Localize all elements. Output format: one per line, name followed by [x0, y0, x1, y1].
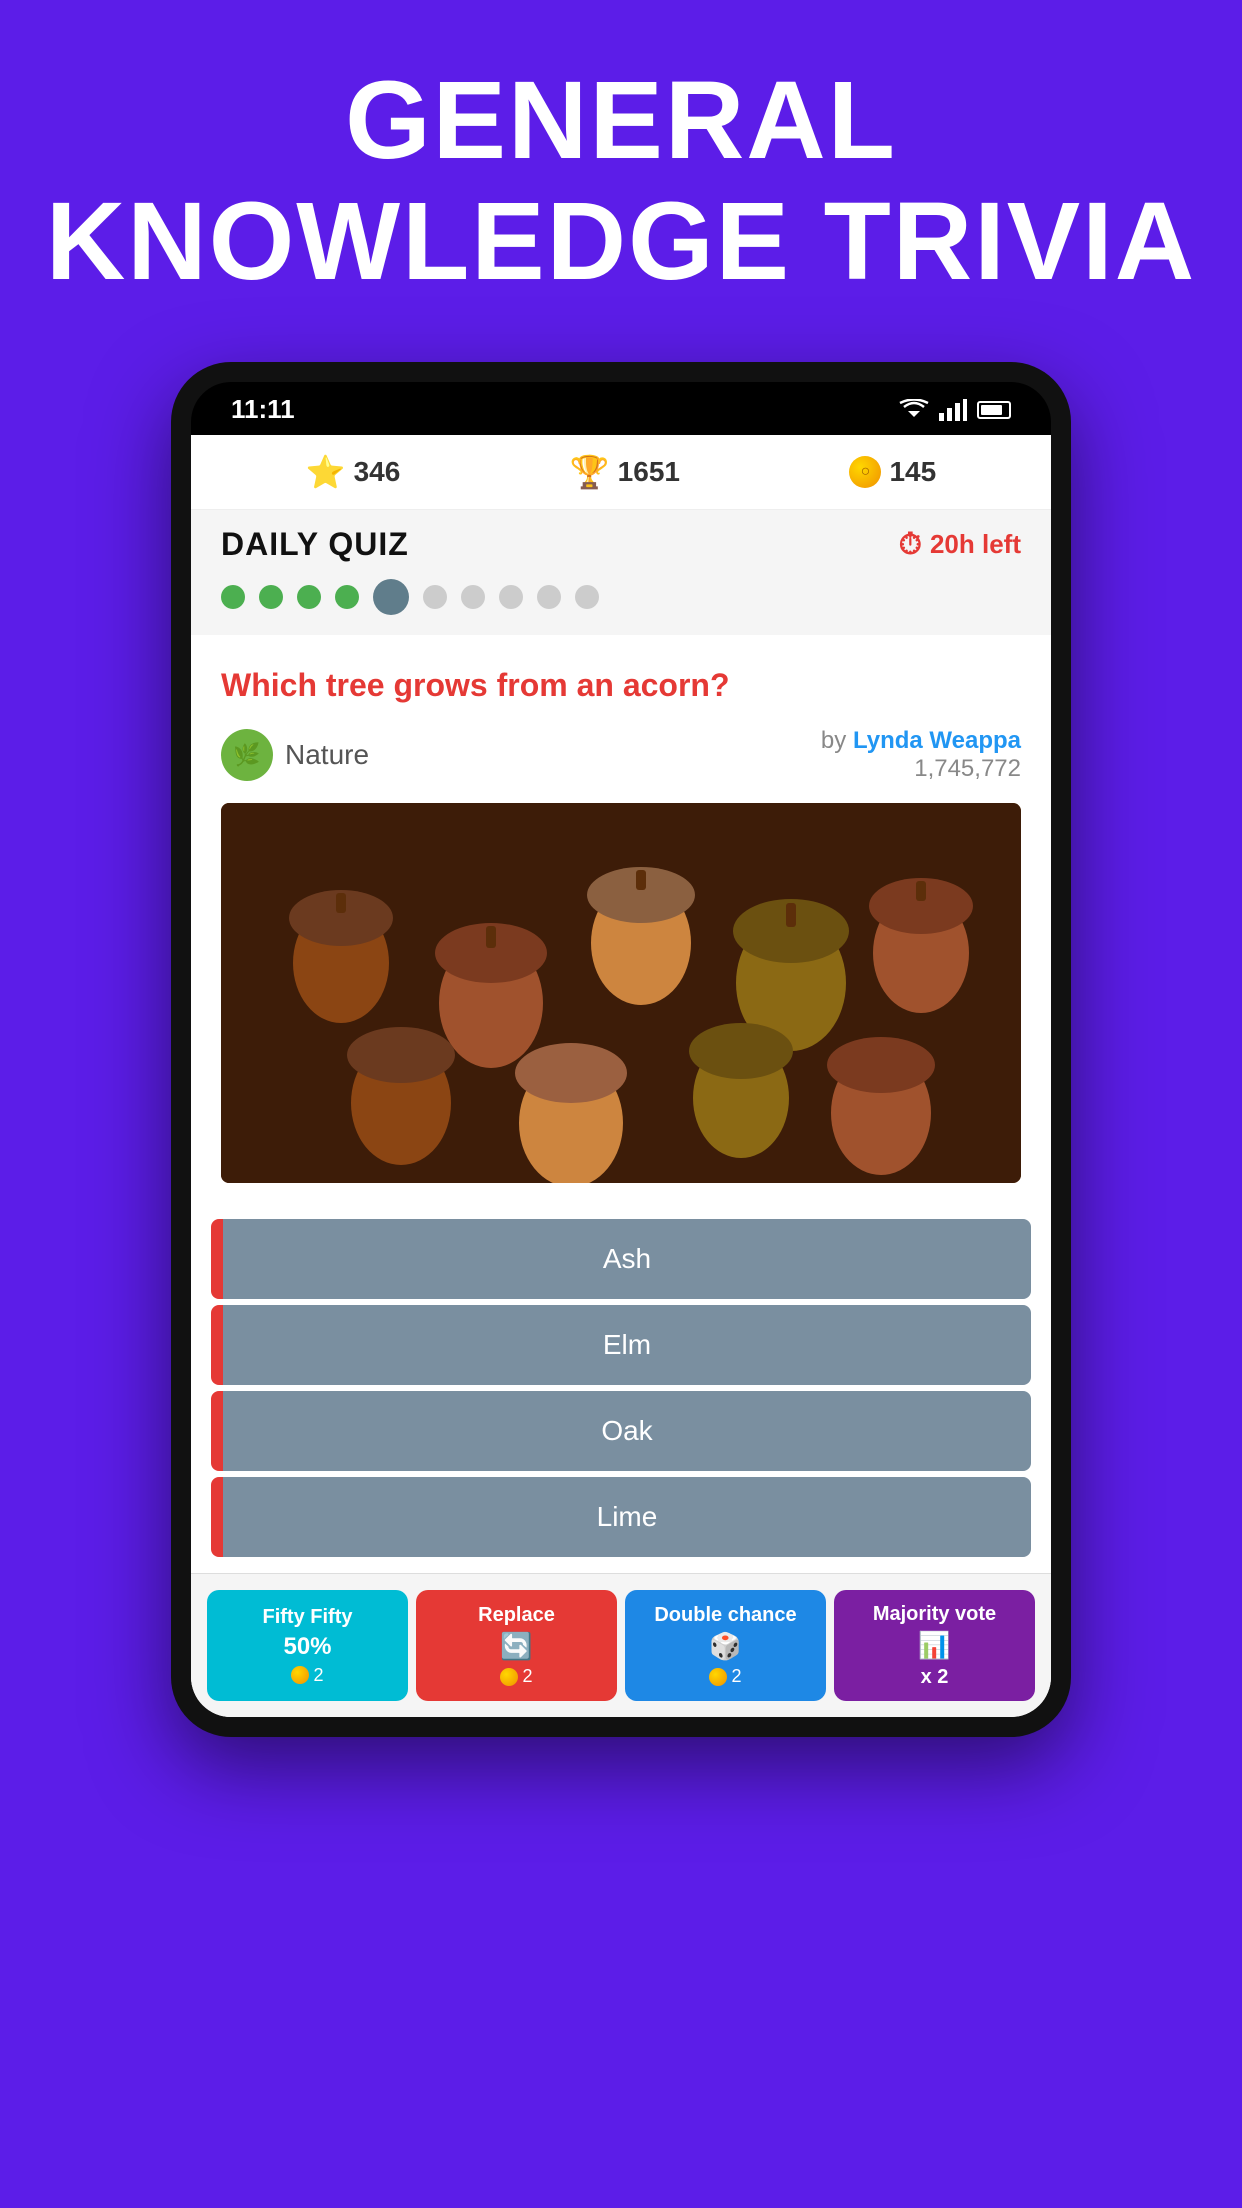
answer-accent-1: [211, 1305, 223, 1385]
timer-icon: ⏱: [899, 528, 922, 562]
answer-text-box-0: Ash: [223, 1219, 1031, 1299]
powerup-majority-button[interactable]: Majority vote 📊 x 2: [834, 1590, 1035, 1701]
answers-section: Ash Elm Oak Lime: [191, 1203, 1051, 1573]
replace-cost-val: 2: [522, 1666, 532, 1687]
answer-text-box-1: Elm: [223, 1305, 1031, 1385]
coin-fifty: [291, 1666, 309, 1684]
powerups-bar: Fifty Fifty 50% 2 Replace 🔄 2 Double cha…: [191, 1573, 1051, 1717]
daily-quiz-title: DAILY QUIZ: [221, 526, 409, 563]
answer-text-box-2: Oak: [223, 1391, 1031, 1471]
answer-option-1[interactable]: Elm: [211, 1305, 1031, 1385]
dot-10: [575, 585, 599, 609]
question-image: [221, 803, 1021, 1183]
answer-text-3: Lime: [597, 1501, 658, 1533]
dot-5-current: [373, 579, 409, 615]
powerup-replace-cost: 2: [500, 1666, 532, 1687]
status-bar: 11:11: [191, 382, 1051, 435]
author-name: Lynda Weappa: [853, 727, 1021, 754]
category-icon: 🌿: [221, 729, 273, 781]
timer-text: 20h left: [930, 529, 1021, 560]
answer-option-0[interactable]: Ash: [211, 1219, 1031, 1299]
coin-replace: [500, 1668, 518, 1686]
answer-option-2[interactable]: Oak: [211, 1391, 1031, 1471]
author-info: by Lynda Weappa 1,745,772: [821, 727, 1021, 783]
category-label: Nature: [285, 739, 369, 771]
powerup-fifty-button[interactable]: Fifty Fifty 50% 2: [207, 1590, 408, 1701]
author-count: 1,745,772: [821, 755, 1021, 783]
trophy-stat: 🏆 1651: [570, 453, 680, 491]
phone-screen: ⭐ 346 🏆 1651 ○ 145 DAILY QUIZ ⏱ 20h left: [191, 435, 1051, 1717]
dot-9: [537, 585, 561, 609]
powerup-replace-button[interactable]: Replace 🔄 2: [416, 1590, 617, 1701]
stats-bar: ⭐ 346 🏆 1651 ○ 145: [191, 435, 1051, 510]
dot-8: [499, 585, 523, 609]
dot-3: [297, 585, 321, 609]
powerup-double-button[interactable]: Double chance 🎲 2: [625, 1590, 826, 1701]
answer-option-3[interactable]: Lime: [211, 1477, 1031, 1557]
double-cost-val: 2: [731, 1666, 741, 1687]
wifi-icon: [899, 399, 929, 421]
powerup-double-label: Double chance: [654, 1603, 796, 1627]
stars-stat: ⭐ 346: [306, 453, 401, 491]
dot-6: [423, 585, 447, 609]
category-info: 🌿 Nature: [221, 729, 369, 781]
acorn-image: [221, 803, 1021, 1183]
powerup-fifty-big: 50%: [283, 1633, 331, 1661]
trophy-icon: 🏆: [570, 453, 610, 491]
dot-4: [335, 585, 359, 609]
star-icon: ⭐: [306, 453, 346, 491]
powerup-double-cost: 2: [709, 1666, 741, 1687]
author-prefix: by: [821, 727, 846, 754]
powerup-fifty-label: Fifty Fifty: [263, 1605, 353, 1629]
timer-badge: ⏱ 20h left: [899, 528, 1021, 562]
battery-icon: [977, 401, 1011, 419]
question-text: Which tree grows from an acorn?: [221, 665, 1021, 707]
answer-text-0: Ash: [603, 1243, 651, 1275]
progress-dots: [221, 579, 1021, 615]
fifty-cost-val: 2: [313, 1665, 323, 1686]
dot-7: [461, 585, 485, 609]
answer-text-box-3: Lime: [223, 1477, 1031, 1557]
powerup-replace-label: Replace: [478, 1603, 555, 1627]
powerup-majority-label: Majority vote: [873, 1602, 996, 1626]
answer-text-2: Oak: [601, 1415, 652, 1447]
powerup-fifty-cost: 2: [291, 1665, 323, 1686]
coins-value: 145: [889, 456, 936, 488]
status-icons: [899, 399, 1011, 421]
page-title: GENERAL KNOWLEDGE TRIVIA: [46, 60, 1196, 302]
trophy-value: 1651: [618, 456, 680, 488]
powerup-replace-icon: 🔄: [500, 1631, 532, 1662]
powerup-majority-sub: x 2: [921, 1665, 949, 1689]
time-display: 11:11: [231, 394, 295, 425]
signal-icon: [939, 399, 967, 421]
stars-value: 346: [354, 456, 401, 488]
phone-device: 11:11 ⭐ 346: [171, 362, 1071, 1737]
answer-accent-3: [211, 1477, 223, 1557]
dot-2: [259, 585, 283, 609]
daily-quiz-header: DAILY QUIZ ⏱ 20h left: [221, 526, 1021, 563]
question-section: Which tree grows from an acorn? 🌿 Nature…: [191, 635, 1051, 1203]
coin-double: [709, 1668, 727, 1686]
daily-quiz-bar: DAILY QUIZ ⏱ 20h left: [191, 510, 1051, 635]
answer-accent-0: [211, 1219, 223, 1299]
coin-icon: ○: [849, 456, 881, 488]
category-row: 🌿 Nature by Lynda Weappa 1,745,772: [221, 727, 1021, 783]
powerup-majority-icon: 📊: [918, 1630, 950, 1661]
answer-text-1: Elm: [603, 1329, 651, 1361]
answer-accent-2: [211, 1391, 223, 1471]
dot-1: [221, 585, 245, 609]
coins-stat: ○ 145: [849, 456, 936, 488]
powerup-double-icon: 🎲: [709, 1631, 741, 1662]
